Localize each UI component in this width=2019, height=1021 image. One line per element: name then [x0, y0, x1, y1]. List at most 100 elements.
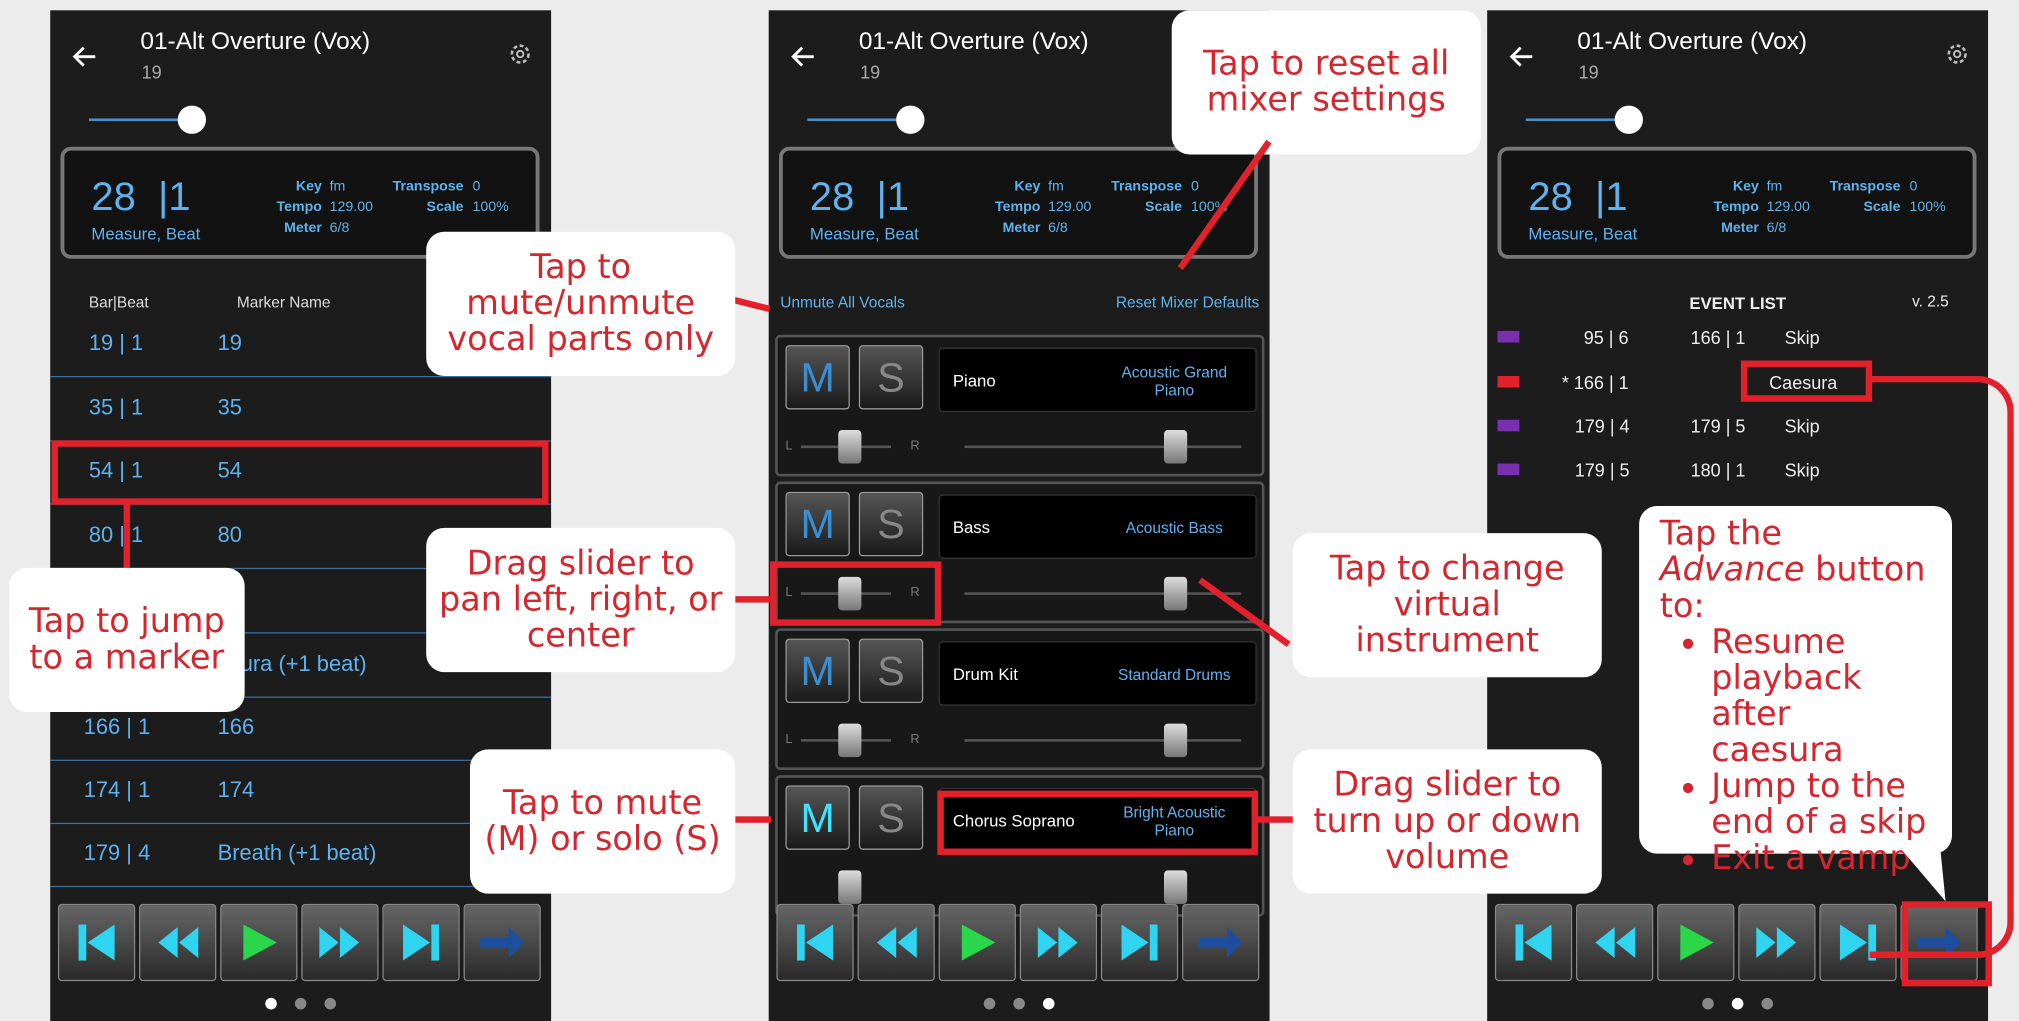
- position-slider-knob[interactable]: [177, 105, 207, 134]
- pan-slider-highlight: [769, 561, 942, 626]
- play-icon[interactable]: [1657, 903, 1735, 982]
- play-icon[interactable]: [938, 903, 1016, 982]
- marker-row[interactable]: 35 | 1 35: [50, 377, 552, 442]
- scale-label: Scale: [426, 199, 464, 216]
- key-label: Key: [295, 178, 322, 195]
- rewind-icon[interactable]: [1576, 903, 1654, 982]
- position-slider-track[interactable]: [807, 118, 911, 122]
- callout-advance-list: Resume playback after caesura Jump to th…: [1711, 624, 1931, 876]
- page-dot[interactable]: [1761, 997, 1774, 1010]
- position-slider-knob[interactable]: [1614, 105, 1643, 134]
- song-subtitle: 19: [860, 61, 881, 83]
- mute-button[interactable]: M: [785, 491, 850, 557]
- tempo-value: 129.00: [1766, 199, 1810, 216]
- event-type: Skip: [1784, 459, 1820, 481]
- scale-label: Scale: [1144, 199, 1183, 216]
- page-dot[interactable]: [1042, 997, 1055, 1010]
- play-icon[interactable]: [220, 903, 298, 982]
- instrument-name: Acoustic Grand Piano: [1121, 363, 1228, 400]
- event-color-swatch: [1497, 375, 1520, 388]
- volume-slider-track[interactable]: [964, 592, 1242, 595]
- gear-icon[interactable]: [507, 41, 533, 67]
- volume-slider-track[interactable]: [964, 739, 1242, 742]
- page-dot[interactable]: [265, 997, 277, 1010]
- measure-beat-label: Measure, Beat: [809, 224, 919, 244]
- pan-left-label: L: [785, 439, 793, 454]
- callout-change-instrument: Tap to change virtual instrument: [1292, 533, 1602, 678]
- unmute-all-vocals-link[interactable]: Unmute All Vocals: [780, 294, 905, 312]
- event-start: 179 | 4: [1574, 415, 1630, 437]
- advance-arrow-icon[interactable]: [463, 903, 541, 982]
- meter-label: Meter: [1721, 220, 1759, 236]
- back-arrow-icon[interactable]: [791, 44, 817, 70]
- mute-button[interactable]: M: [785, 638, 850, 704]
- advance-arrow-icon[interactable]: [1182, 903, 1260, 982]
- event-start: 179 | 5: [1574, 459, 1630, 481]
- instrument-highlight: [937, 790, 1258, 855]
- back-arrow-icon[interactable]: [1509, 44, 1535, 70]
- callout-advance-item: Jump to the end of a skip: [1711, 769, 1931, 841]
- solo-button[interactable]: S: [858, 638, 924, 704]
- page-dot[interactable]: [324, 997, 337, 1010]
- event-color-swatch: [1497, 419, 1520, 432]
- skip-end-icon[interactable]: [1100, 903, 1179, 982]
- reset-mixer-defaults-link[interactable]: Reset Mixer Defaults: [1116, 294, 1259, 312]
- instrument-selector[interactable]: Drum Kit Standard Drums: [938, 641, 1257, 706]
- skip-start-icon[interactable]: [776, 903, 854, 982]
- track-name: Drum Kit: [952, 664, 1018, 684]
- mute-button[interactable]: M: [785, 785, 850, 850]
- back-arrow-icon[interactable]: [72, 44, 98, 70]
- volume-slider-knob[interactable]: [1163, 430, 1188, 464]
- position-slider-knob[interactable]: [896, 105, 925, 134]
- volume-slider-track[interactable]: [964, 445, 1242, 449]
- fast-forward-icon[interactable]: [1019, 903, 1098, 982]
- measure-beat-readout: 28 |1: [91, 173, 191, 219]
- mixer-strip: M S Drum Kit Standard Drums L R: [775, 628, 1265, 770]
- page-dot[interactable]: [1702, 997, 1714, 1010]
- song-title: 01-Alt Overture (Vox): [858, 28, 1089, 56]
- callout-leader: [735, 596, 772, 603]
- skip-start-icon[interactable]: [57, 903, 136, 982]
- rewind-icon[interactable]: [857, 903, 935, 982]
- gear-icon[interactable]: [1944, 41, 1970, 67]
- page-dot[interactable]: [1731, 997, 1744, 1010]
- callout-advance-heading: Tap the Advance button to:: [1659, 515, 1926, 626]
- volume-slider-knob[interactable]: [1163, 870, 1188, 904]
- instrument-selector[interactable]: Bass Acoustic Bass: [938, 494, 1257, 559]
- page-dot[interactable]: [983, 997, 996, 1010]
- position-slider-track[interactable]: [88, 118, 192, 122]
- page-dot[interactable]: [1013, 997, 1025, 1010]
- scale-value: 100%: [1909, 199, 1946, 216]
- pan-slider-knob[interactable]: [838, 430, 862, 464]
- position-slider-track[interactable]: [1525, 118, 1629, 122]
- track-name: Piano: [952, 370, 996, 391]
- rewind-icon[interactable]: [139, 903, 217, 982]
- mute-button[interactable]: M: [785, 345, 850, 410]
- app-header: 01-Alt Overture (Vox) 19: [1487, 10, 1988, 90]
- volume-slider-knob[interactable]: [1163, 576, 1188, 611]
- tempo-label: Tempo: [276, 199, 322, 216]
- pan-slider-knob[interactable]: [838, 723, 862, 758]
- pan-slider-knob[interactable]: [838, 870, 862, 904]
- solo-button[interactable]: S: [858, 785, 924, 850]
- key-value: fm: [1048, 178, 1064, 195]
- instrument-selector[interactable]: Piano Acoustic Grand Piano: [938, 347, 1257, 413]
- solo-button[interactable]: S: [858, 491, 924, 557]
- callout-leader: [1255, 816, 1295, 823]
- transpose-value: 0: [472, 178, 481, 195]
- page-dot[interactable]: [294, 997, 307, 1010]
- callout-reset: Tap to reset all mixer settings: [1171, 10, 1481, 155]
- event-list-title: EVENT LIST: [1689, 293, 1787, 313]
- fast-forward-icon[interactable]: [1738, 903, 1816, 982]
- solo-button[interactable]: S: [858, 345, 924, 410]
- fast-forward-icon[interactable]: [301, 903, 379, 982]
- song-subtitle: 19: [1578, 61, 1599, 83]
- pan-right-label: R: [910, 439, 920, 454]
- pan-left-label: L: [785, 732, 793, 747]
- skip-start-icon[interactable]: [1494, 903, 1573, 982]
- transpose-value: 0: [1191, 178, 1199, 195]
- tempo-value: 129.00: [329, 199, 373, 216]
- skip-end-icon[interactable]: [382, 903, 460, 982]
- volume-slider-knob[interactable]: [1163, 723, 1188, 758]
- col-header-barbeat: Bar|Beat: [88, 293, 149, 312]
